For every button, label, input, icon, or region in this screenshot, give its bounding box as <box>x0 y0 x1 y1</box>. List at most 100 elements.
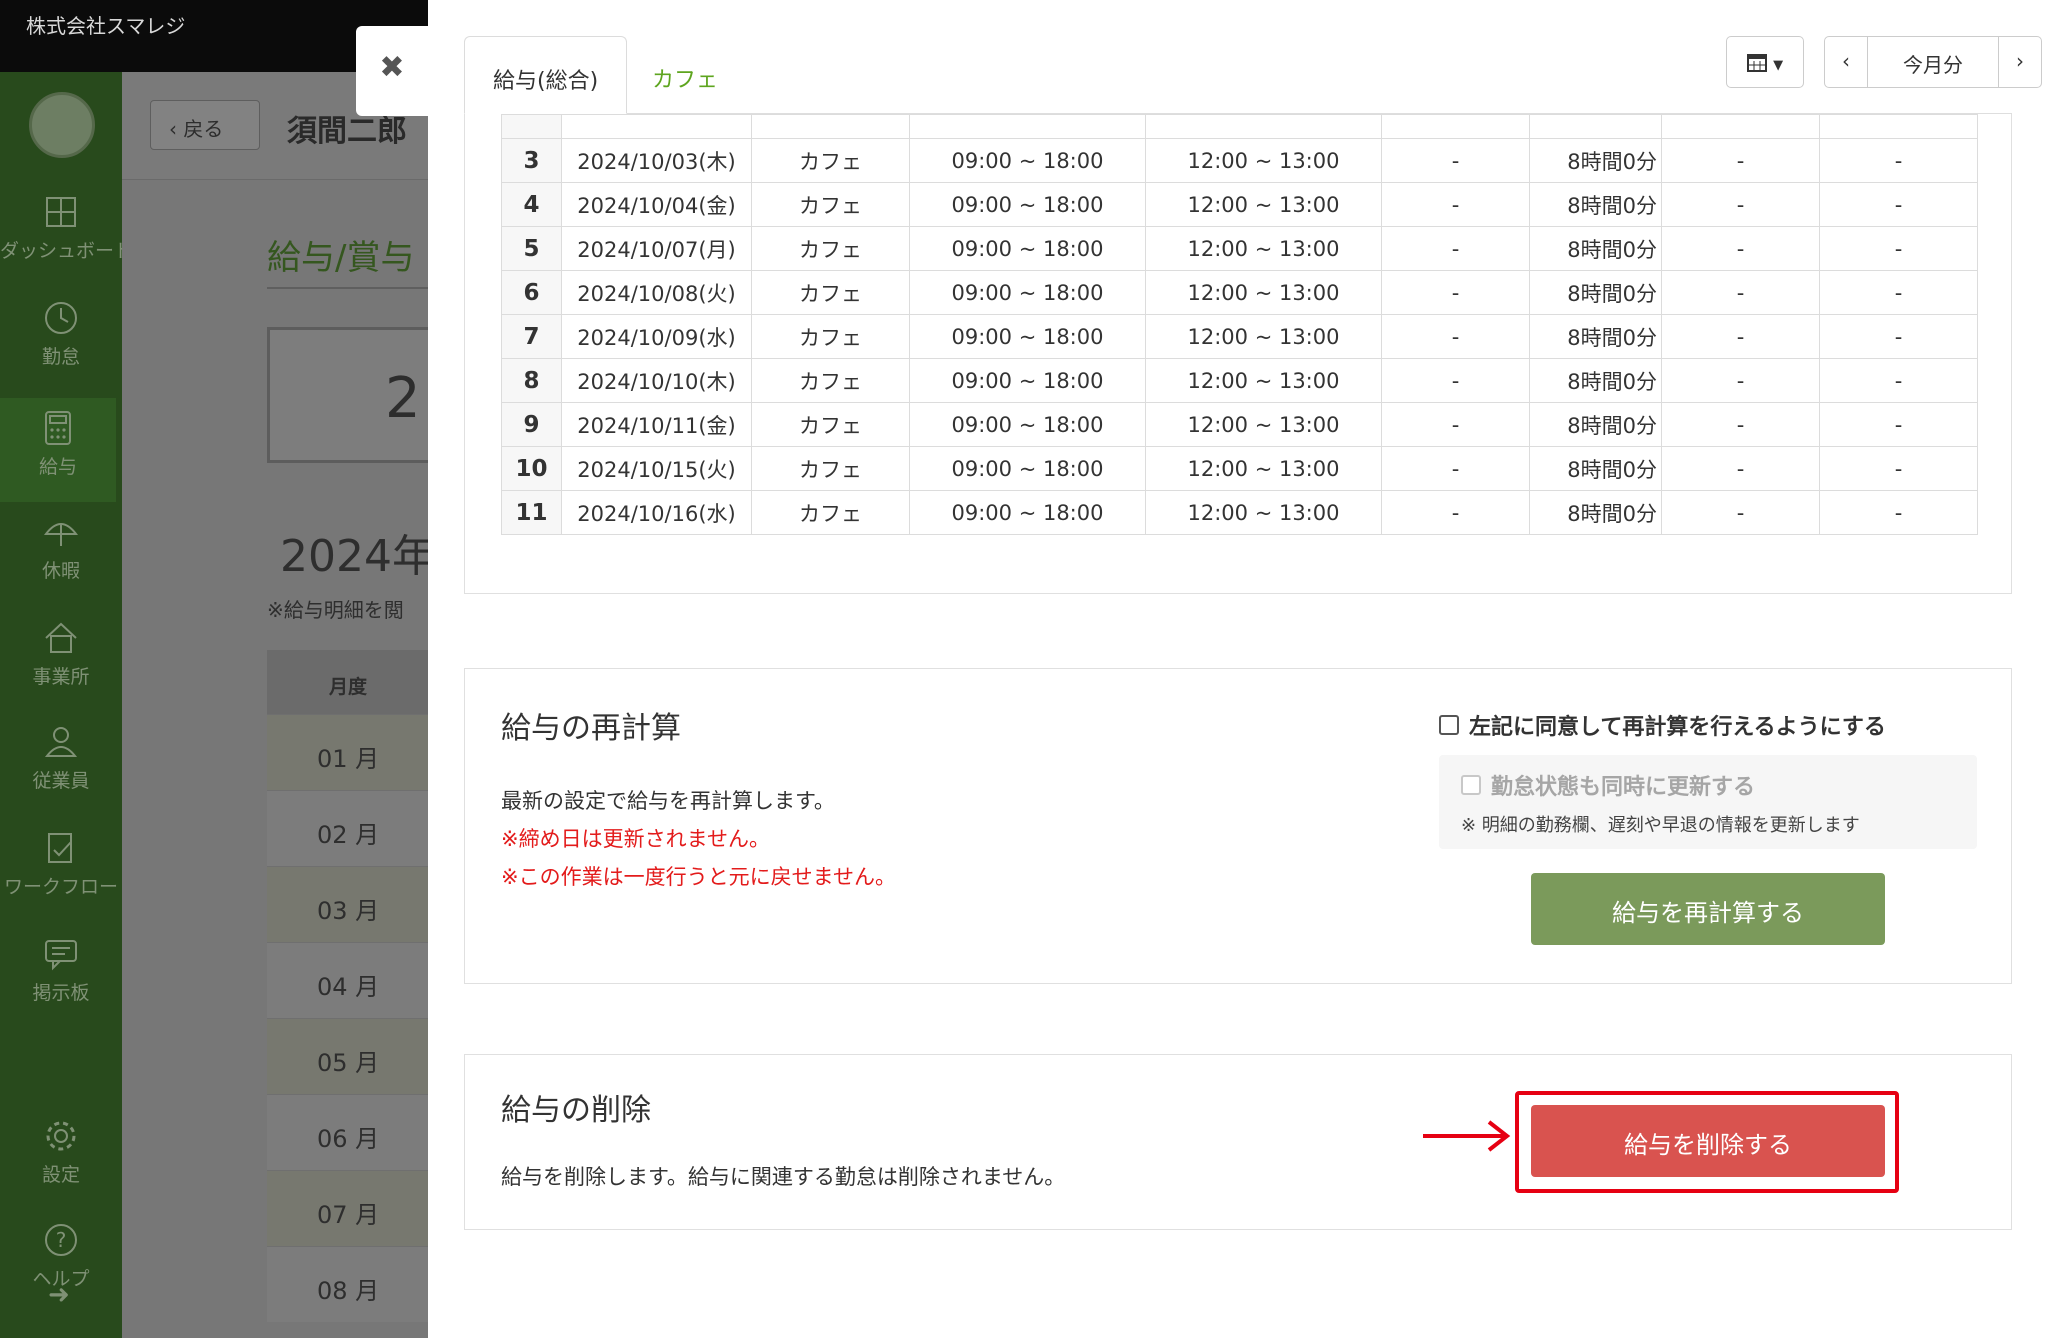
cell-date: 2024/10/04(金) <box>561 182 752 227</box>
sidebar-item-label: 休暇 <box>41 560 80 582</box>
cell-hours: 8時間0分 <box>1529 270 1662 315</box>
cell-break: 12:00 ~ 13:00 <box>1145 138 1382 183</box>
sidebar-item[interactable]: 事業所 <box>0 608 122 712</box>
month-row[interactable]: 05 月 <box>267 1018 428 1094</box>
current-month-button[interactable]: 今月分 <box>1867 37 1999 87</box>
table-row: 7 2024/10/09(水) カフェ 09:00 ~ 18:00 12:00 ~ 13… <box>501 314 1978 359</box>
cell-shift: 09:00 ~ 18:00 <box>909 490 1146 535</box>
cell-hours: 8時間0分 <box>1529 314 1662 359</box>
month-table: 月度 01 月 02 月 03 月 04 月 05 月 06 月 07 月 08 月 <box>267 650 428 1322</box>
cell-hours: 8時間0分 <box>1529 402 1662 447</box>
cell-break: 12:00 ~ 13:00 <box>1145 270 1382 315</box>
prev-month-button[interactable]: ‹ <box>1825 37 1867 87</box>
month-row[interactable]: 04 月 <box>267 942 428 1018</box>
sidebar-item[interactable]: 給与 <box>0 398 116 502</box>
board-icon <box>45 940 77 971</box>
calendar-icon <box>1746 54 1767 72</box>
cell-hours: 8時間0分 <box>1529 446 1662 491</box>
cell-a: - <box>1381 314 1530 359</box>
next-month-button[interactable]: › <box>1999 37 2041 87</box>
sidebar-item[interactable]: 従業員 <box>0 712 122 816</box>
cell-hours: 8時間0分 <box>1529 182 1662 227</box>
tab-total-salary[interactable]: 給与(総合) <box>464 36 628 114</box>
cell-b: - <box>1661 314 1820 359</box>
cell-c: - <box>1819 490 1978 535</box>
month-row[interactable]: 08 月 <box>267 1246 428 1322</box>
cell-no: 5 <box>501 226 562 271</box>
cell-no: 4 <box>501 182 562 227</box>
avatar[interactable] <box>29 92 95 158</box>
cell-shop: カフェ <box>751 402 910 447</box>
dashboard-icon <box>46 197 76 227</box>
back-button[interactable]: ‹ 戻る <box>150 100 260 150</box>
cell-a: - <box>1381 270 1530 315</box>
cell-no: 7 <box>501 314 562 359</box>
close-modal-button[interactable]: ✖ <box>356 26 428 116</box>
recalc-description: 最新の設定で給与を再計算します。 <box>501 789 835 813</box>
cell-shift: 09:00 ~ 18:00 <box>909 182 1146 227</box>
cell-hours: 8時間0分 <box>1529 138 1662 183</box>
cell-break: 12:00 ~ 13:00 <box>1145 446 1382 491</box>
agree-checkbox-box[interactable] <box>1439 715 1459 735</box>
cell-b: - <box>1661 490 1820 535</box>
expand-sidebar-icon[interactable]: ➜ <box>48 1280 70 1310</box>
sidebar-item-label: 掲示板 <box>32 982 90 1004</box>
calculator-icon <box>45 411 71 445</box>
delete-panel: 給与の削除 給与を削除します。給与に関連する勤怠は削除されません。 給与を削除す… <box>464 1054 2012 1230</box>
cell-b: - <box>1661 138 1820 183</box>
caret-down-icon: ▼ <box>1773 58 1784 73</box>
cell-hours: 8時間0分 <box>1529 358 1662 403</box>
month-row[interactable]: 06 月 <box>267 1094 428 1170</box>
sidebar-item[interactable]: 勤怠 <box>0 288 122 392</box>
cell-c: - <box>1819 138 1978 183</box>
calendar-dropdown-button[interactable]: ▼ <box>1726 36 1804 88</box>
recalc-warning-irreversible: ※この作業は一度行うと元に戻せません。 <box>501 865 896 889</box>
sidebar-item[interactable]: ダッシュボード <box>0 182 133 286</box>
cell-c: - <box>1819 270 1978 315</box>
cell-break: 12:00 ~ 13:00 <box>1145 402 1382 447</box>
home-icon <box>45 622 77 653</box>
cell-shift: 09:00 ~ 18:00 <box>909 358 1146 403</box>
sidebar-item-label: 事業所 <box>32 666 90 688</box>
month-row[interactable]: 02 月 <box>267 790 428 866</box>
sidebar-item[interactable]: ワークフロー <box>0 818 122 922</box>
cell-shop: カフェ <box>751 358 910 403</box>
sidebar-item[interactable]: 設定 <box>0 1106 122 1210</box>
attendance-table: 3 2024/10/03(木) カフェ 09:00 ~ 18:00 12:00 ~ 13… <box>501 114 1978 535</box>
cell-b: - <box>1661 270 1820 315</box>
month-row[interactable]: 01 月 <box>267 714 428 790</box>
cell-date: 2024/10/03(木) <box>561 138 752 183</box>
cell-shop: カフェ <box>751 182 910 227</box>
cell-c: - <box>1819 182 1978 227</box>
recalc-button[interactable]: 給与を再計算する <box>1531 873 1885 945</box>
delete-salary-button[interactable]: 給与を削除する <box>1531 1105 1885 1177</box>
page-title: 給与/賞与 <box>267 238 415 278</box>
cell-shift: 09:00 ~ 18:00 <box>909 270 1146 315</box>
cell-a: - <box>1381 402 1530 447</box>
month-row[interactable]: 03 月 <box>267 866 428 942</box>
attendance-panel: 3 2024/10/03(木) カフェ 09:00 ~ 18:00 12:00 ~ 13… <box>464 114 2012 594</box>
month-column-header: 月度 <box>267 650 428 714</box>
tab-cafe[interactable]: カフェ <box>624 36 746 114</box>
cell-shift: 09:00 ~ 18:00 <box>909 402 1146 447</box>
cell-no: 3 <box>501 138 562 183</box>
sidebar-item[interactable]: 休暇 <box>0 502 122 606</box>
cell-shift: 09:00 ~ 18:00 <box>909 138 1146 183</box>
agree-checkbox[interactable]: 左記に同意して再計算を行えるようにする <box>1439 709 1886 741</box>
month-row[interactable]: 07 月 <box>267 1170 428 1246</box>
cell-c: - <box>1819 314 1978 359</box>
cell-date: 2024/10/15(火) <box>561 446 752 491</box>
table-row: 10 2024/10/15(火) カフェ 09:00 ~ 18:00 12:00 ~ 1… <box>501 446 1978 491</box>
table-row: 4 2024/10/04(金) カフェ 09:00 ~ 18:00 12:00 ~ 13… <box>501 182 1978 227</box>
attendance-update-checkbox: 勤怠状態も同時に更新する <box>1461 769 1755 801</box>
cell-c: - <box>1819 226 1978 271</box>
sidebar-item-label: 勤怠 <box>41 346 80 368</box>
year-heading: 2024年 <box>280 531 436 582</box>
table-row <box>501 114 1978 139</box>
person-icon <box>44 727 78 757</box>
sidebar-item[interactable]: 掲示板 <box>0 924 122 1028</box>
cell-a: - <box>1381 182 1530 227</box>
cell-b: - <box>1661 182 1820 227</box>
payroll-detail-modal: 給与(総合) カフェ ▼ ‹ 今月分 › 3 2024/10/03(木) カフェ 09… <box>428 0 2048 1338</box>
cell-shop: カフェ <box>751 314 910 359</box>
